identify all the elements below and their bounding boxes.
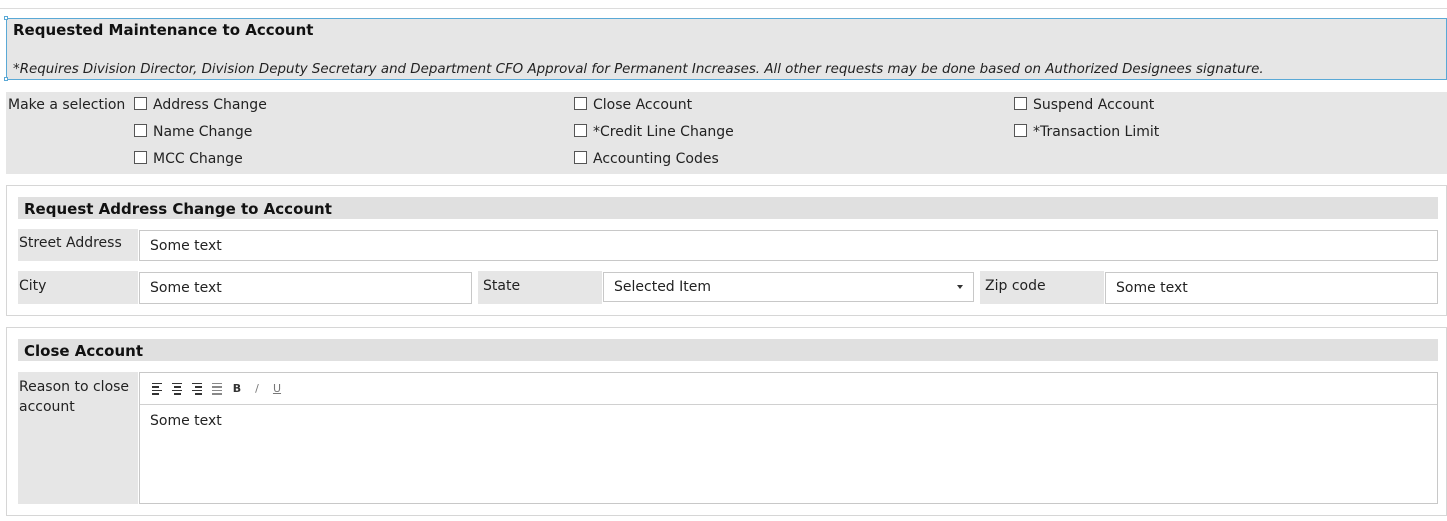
street-address-label: Street Address	[19, 235, 122, 251]
top-divider	[0, 8, 1447, 9]
input-value: Some text	[1116, 280, 1188, 296]
checkbox-box[interactable]	[574, 124, 587, 137]
zip-code-label: Zip code	[985, 278, 1046, 294]
italic-button[interactable]: /	[250, 382, 264, 396]
state-select[interactable]: Selected Item	[603, 272, 974, 302]
reason-label: Reason to close account	[19, 379, 130, 415]
checkbox-box[interactable]	[574, 97, 587, 110]
align-left-icon[interactable]	[150, 382, 164, 396]
transaction-limit-checkbox[interactable]: *Transaction Limit	[1014, 124, 1159, 140]
checkbox-label: Address Change	[153, 97, 267, 113]
approval-note: *Requires Division Director, Division De…	[13, 62, 1264, 77]
input-value: Some text	[150, 280, 222, 296]
city-label: City	[19, 278, 47, 294]
checkbox-label: *Credit Line Change	[593, 124, 734, 140]
bold-button[interactable]: B	[230, 382, 244, 396]
align-center-icon[interactable]	[170, 382, 184, 396]
checkbox-box[interactable]	[1014, 124, 1027, 137]
chevron-down-icon[interactable]	[957, 285, 963, 289]
state-label: State	[483, 278, 521, 294]
reason-rich-text-editor[interactable]: B / U Some text	[139, 372, 1438, 504]
editor-toolbar: B / U	[140, 373, 1437, 405]
editor-content[interactable]: Some text	[150, 413, 222, 429]
address-change-checkbox[interactable]: Address Change	[134, 97, 267, 113]
resize-handle[interactable]	[4, 77, 8, 81]
underline-button[interactable]: U	[270, 382, 284, 396]
selected-value: Selected Item	[614, 279, 712, 295]
section-title: Close Account	[24, 342, 144, 360]
input-value: Some text	[150, 237, 222, 254]
checkbox-box[interactable]	[574, 151, 587, 164]
checkbox-label: *Transaction Limit	[1033, 124, 1160, 140]
checkbox-box[interactable]	[134, 151, 147, 164]
suspend-account-checkbox[interactable]: Suspend Account	[1014, 97, 1154, 113]
align-right-icon[interactable]	[190, 382, 204, 396]
section-header	[18, 339, 1438, 361]
checkbox-label: Name Change	[153, 124, 253, 140]
checkbox-box[interactable]	[134, 124, 147, 137]
mcc-change-checkbox[interactable]: MCC Change	[134, 151, 243, 167]
zip-code-input[interactable]: Some text	[1105, 272, 1438, 304]
checkbox-label: Accounting Codes	[593, 151, 719, 167]
selection-label: Make a selection	[8, 97, 126, 113]
resize-handle[interactable]	[4, 16, 8, 20]
checkbox-label: Close Account	[593, 97, 693, 113]
credit-line-change-checkbox[interactable]: *Credit Line Change	[574, 124, 734, 140]
align-justify-icon[interactable]	[210, 382, 224, 396]
checkbox-box[interactable]	[1014, 97, 1027, 110]
checkbox-label: Suspend Account	[1033, 97, 1155, 113]
street-address-input[interactable]: Some text	[139, 230, 1438, 261]
checkbox-label: MCC Change	[153, 151, 243, 167]
section-title: Requested Maintenance to Account	[13, 21, 314, 39]
city-input[interactable]: Some text	[139, 272, 472, 304]
close-account-checkbox[interactable]: Close Account	[574, 97, 692, 113]
checkbox-box[interactable]	[134, 97, 147, 110]
section-title: Request Address Change to Account	[24, 200, 332, 218]
accounting-codes-checkbox[interactable]: Accounting Codes	[574, 151, 719, 167]
name-change-checkbox[interactable]: Name Change	[134, 124, 252, 140]
